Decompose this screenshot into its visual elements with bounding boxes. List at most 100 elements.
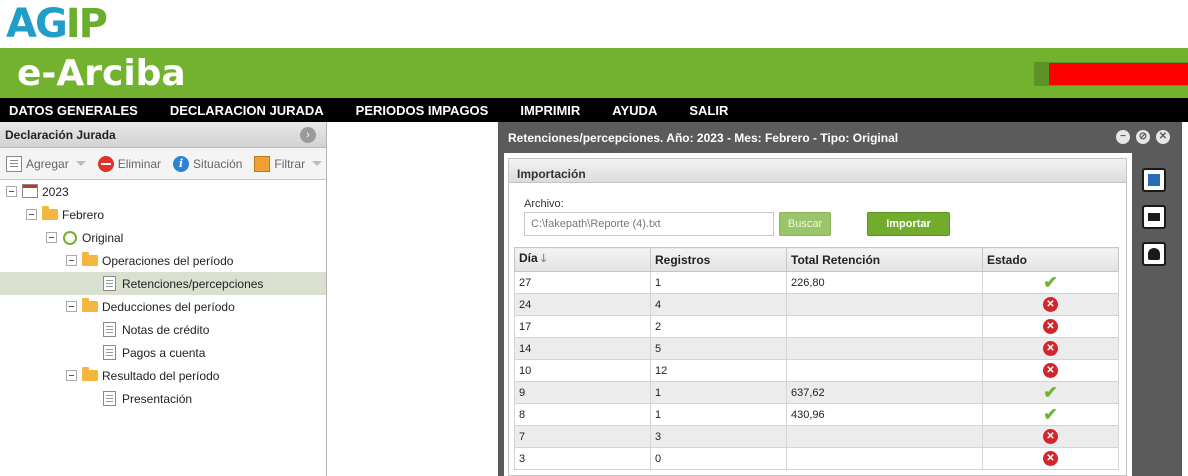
column-header-dia[interactable]: Día 🡓 <box>514 247 651 272</box>
table-row[interactable]: 24 4 ✕ <box>514 293 1119 316</box>
export-icon[interactable] <box>1142 168 1166 192</box>
checkmark-icon: ✔ <box>1043 382 1058 402</box>
column-header-estado[interactable]: Estado <box>982 247 1119 272</box>
agregar-button[interactable]: Agregar <box>0 155 92 172</box>
document-icon <box>103 345 116 360</box>
archivo-label: Archivo: <box>524 198 564 210</box>
column-header-total[interactable]: Total Retención <box>786 247 983 272</box>
menu-periodos-impagos[interactable]: PERIODOS IMPAGOS <box>340 103 505 118</box>
tree-node-deducciones[interactable]: Deducciones del período <box>0 295 326 318</box>
declaracion-toolbar: Agregar Eliminar i Situación Filtrar <box>0 148 326 180</box>
calendar-icon <box>22 184 38 198</box>
collapse-icon[interactable] <box>66 370 77 381</box>
cell-total <box>786 293 983 316</box>
logo-prefix: AG <box>6 1 68 47</box>
tree-node-notas-credito[interactable]: Notas de crédito <box>0 318 326 341</box>
restore-icon[interactable]: ⊘ <box>1136 130 1150 144</box>
info-icon: i <box>173 155 190 172</box>
cell-estado: ✕ <box>982 447 1119 470</box>
table-row[interactable]: 9 1 637,62 ✔ <box>514 381 1119 404</box>
table-row[interactable]: 27 1 226,80 ✔ <box>514 271 1119 294</box>
chevron-right-icon[interactable]: › <box>300 127 316 143</box>
buscar-button[interactable]: Buscar <box>779 212 831 236</box>
collapse-icon[interactable] <box>66 301 77 312</box>
print-icon[interactable] <box>1142 205 1166 229</box>
table-row[interactable]: 17 2 ✕ <box>514 315 1119 338</box>
tree-node-pagos-cuenta[interactable]: Pagos a cuenta <box>0 341 326 364</box>
menu-ayuda[interactable]: AYUDA <box>596 103 673 118</box>
menu-salir[interactable]: SALIR <box>673 103 744 118</box>
table-row[interactable]: 14 5 ✕ <box>514 337 1119 360</box>
retenciones-window: Retenciones/percepciones. Año: 2023 - Me… <box>498 122 1182 476</box>
importar-button[interactable]: Importar <box>867 212 950 236</box>
declaracion-panel-title: Declaración Jurada <box>5 128 116 142</box>
cell-estado: ✔ <box>982 381 1119 404</box>
cell-total <box>786 359 983 382</box>
tree-node-operaciones[interactable]: Operaciones del período <box>0 249 326 272</box>
cell-total: 637,62 <box>786 381 983 404</box>
folder-icon <box>42 206 58 220</box>
agip-logo: AGIP <box>6 1 108 47</box>
collapse-icon[interactable] <box>46 232 57 243</box>
error-icon: ✕ <box>1043 297 1058 312</box>
importacion-panel-title: Importación <box>509 159 1126 183</box>
tree-node-label: Deducciones del período <box>102 300 235 314</box>
filter-icon <box>254 155 271 172</box>
column-header-registros[interactable]: Registros <box>650 247 787 272</box>
table-row[interactable]: 7 3 ✕ <box>514 425 1119 448</box>
cell-dia: 27 <box>514 271 651 294</box>
error-icon: ✕ <box>1043 451 1058 466</box>
cell-dia: 7 <box>514 425 651 448</box>
tree-node-label: 2023 <box>42 185 69 199</box>
cell-estado: ✕ <box>982 293 1119 316</box>
close-icon[interactable]: ✕ <box>1156 130 1170 144</box>
collapse-icon[interactable] <box>6 186 17 197</box>
menu-datos-generales[interactable]: DATOS GENERALES <box>0 103 154 118</box>
error-icon: ✕ <box>1043 319 1058 334</box>
user-icon[interactable] <box>1142 242 1166 266</box>
logo-suffix: IP <box>65 1 108 47</box>
situacion-button[interactable]: i Situación <box>167 155 248 172</box>
tree-node-retenciones[interactable]: Retenciones/percepciones <box>0 272 326 295</box>
app-root: AGIP e-Arciba DATOS GENERALES DECLARACIO… <box>0 0 1188 476</box>
folder-icon <box>82 252 98 266</box>
window-body: Importación Archivo: Buscar Importar Día… <box>504 153 1132 476</box>
document-icon <box>103 322 116 337</box>
sort-down-icon: 🡓 <box>540 253 547 265</box>
archivo-input[interactable] <box>524 212 774 236</box>
filtrar-button[interactable]: Filtrar <box>248 155 328 172</box>
checkmark-icon: ✔ <box>1043 272 1058 292</box>
cell-estado: ✕ <box>982 315 1119 338</box>
declaracion-panel: Declaración Jurada › Agregar Eliminar i … <box>0 122 327 476</box>
table-row[interactable]: 10 12 ✕ <box>514 359 1119 382</box>
error-icon: ✕ <box>1043 341 1058 356</box>
collapse-icon[interactable] <box>26 209 37 220</box>
folder-icon <box>82 298 98 312</box>
situacion-label: Situación <box>193 156 243 171</box>
cell-total: 430,96 <box>786 403 983 426</box>
eliminar-button[interactable]: Eliminar <box>92 155 167 172</box>
cell-dia: 17 <box>514 315 651 338</box>
menu-imprimir[interactable]: IMPRIMIR <box>504 103 596 118</box>
collapse-icon[interactable] <box>66 255 77 266</box>
minimize-icon[interactable]: − <box>1116 130 1130 144</box>
table-row[interactable]: 3 0 ✕ <box>514 447 1119 470</box>
retenciones-table: Día 🡓 Registros Total Retención Estado 27… <box>514 247 1119 470</box>
cell-registros: 4 <box>650 293 787 316</box>
menu-declaracion-jurada[interactable]: DECLARACION JURADA <box>154 103 340 118</box>
tree-node-label: Resultado del período <box>102 369 220 383</box>
tree-node-original[interactable]: Original <box>0 226 326 249</box>
cell-registros: 12 <box>650 359 787 382</box>
table-row[interactable]: 8 1 430,96 ✔ <box>514 403 1119 426</box>
tree-node-presentacion[interactable]: Presentación <box>0 387 326 410</box>
chevron-down-icon <box>312 161 323 166</box>
cell-registros: 2 <box>650 315 787 338</box>
cell-estado: ✕ <box>982 425 1119 448</box>
folder-icon <box>82 367 98 381</box>
cell-registros: 3 <box>650 425 787 448</box>
tree-node-2023[interactable]: 2023 <box>0 180 326 203</box>
tree-node-febrero[interactable]: Febrero <box>0 203 326 226</box>
checkmark-icon: ✔ <box>1043 404 1058 424</box>
chevron-down-icon <box>75 161 86 166</box>
tree-node-resultado[interactable]: Resultado del período <box>0 364 326 387</box>
